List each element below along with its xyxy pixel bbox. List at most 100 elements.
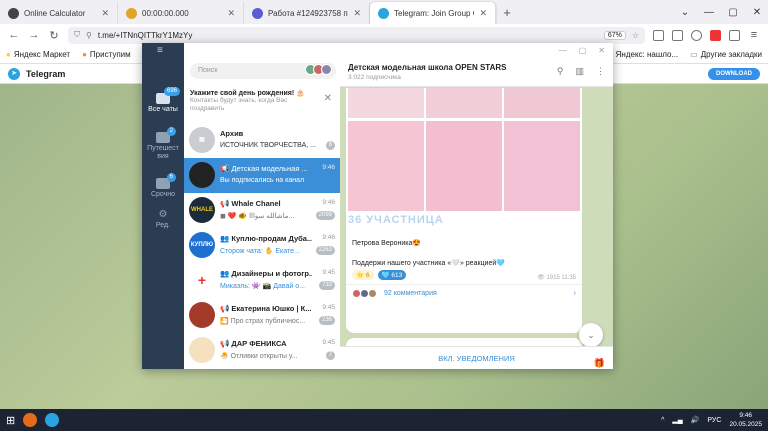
bookmark-star-icon[interactable]: ☆ [632, 31, 639, 40]
close-tab-icon[interactable]: ✕ [353, 8, 361, 19]
avatar: КУПЛЮ [189, 232, 215, 258]
other-bookmarks[interactable]: ▭ Другие закладки [690, 50, 762, 59]
post-line: Петрова Вероника😍 [352, 240, 422, 247]
bookmark-yandex-found[interactable]: Яндекс: нашло... [616, 50, 679, 59]
chat-time: 9:45 [322, 304, 335, 311]
back-icon[interactable]: ← [8, 29, 20, 41]
heart-reaction[interactable]: 🩵 613 [377, 270, 407, 280]
minimize-icon[interactable]: — [698, 7, 720, 18]
address-bar[interactable]: ⛉ ⚲ t.me/+ITNnQITTkrY1MzYy 67% ☆ [68, 26, 645, 44]
chat-designers[interactable]: + 👥 Дизайнеры и фотогр... 9:45 Микаэль: … [184, 263, 340, 298]
close-window-icon[interactable]: ✕ [746, 7, 768, 18]
maximize-icon[interactable]: ▢ [722, 7, 744, 18]
commenter-avatar [368, 289, 377, 298]
firefox-icon[interactable] [23, 413, 38, 427]
folder-travel[interactable]: Путешест вия 2 [142, 127, 184, 161]
chat-name: 📢 Екатерина Юшко | К... [220, 304, 312, 313]
download-icon[interactable] [672, 29, 683, 41]
puzzle-icon[interactable] [729, 29, 740, 41]
reload-icon[interactable]: ↻ [48, 29, 60, 42]
account-icon[interactable] [691, 29, 702, 41]
post-text: Петрова Вероника😍 Поддержи нашего участн… [352, 237, 505, 270]
unread-badge: 8 [325, 141, 335, 150]
volume-icon[interactable]: 🔊 [691, 416, 700, 424]
chat-preview: 🎦 Про страх публичнос... [220, 318, 306, 325]
hamburger-menu-icon[interactable]: ≡ [157, 45, 163, 56]
sliders-icon: ⚙ [158, 209, 168, 220]
language-indicator[interactable]: РУС [707, 417, 721, 424]
clock-time: 9:46 [739, 412, 753, 419]
close-tab-icon[interactable]: ✕ [101, 8, 109, 19]
tray-expand-icon[interactable]: ^ [661, 417, 664, 424]
chat-name: 👥 Куплю-продам Дуба... [220, 234, 312, 243]
post-photo[interactable] [426, 88, 502, 118]
sidebar-toggle-icon[interactable]: ▥ [575, 66, 584, 77]
telegram-taskbar-icon[interactable] [45, 413, 60, 427]
download-button[interactable]: DOWNLOAD [708, 67, 760, 80]
post-photo[interactable] [504, 88, 580, 118]
gift-icon[interactable]: 🎁 [594, 352, 605, 375]
telegram-title: Telegram [26, 68, 66, 79]
close-tab-icon[interactable]: ✕ [479, 8, 487, 19]
chat-open-stars[interactable]: 📢 Детская модельная ... 9:46 Вы подписал… [184, 158, 340, 193]
page-info-icon[interactable]: ⚲ [86, 31, 92, 40]
comments-button[interactable]: 92 комментария › [346, 284, 582, 302]
bookmark-pristupim[interactable]: ● Приступим [82, 50, 131, 59]
chat-name: 👥 Дизайнеры и фотогр... [220, 269, 312, 278]
pocket-icon[interactable] [653, 29, 664, 41]
shield-icon: ⛉ [74, 30, 80, 39]
bookmark-yandex-market[interactable]: ● Яндекс Маркет [6, 50, 70, 59]
channel-view: Детская модельная школа OPEN STARS 3 022… [340, 57, 613, 369]
close-tab-icon[interactable]: ✕ [227, 8, 235, 19]
channel-header[interactable]: Детская модельная школа OPEN STARS 3 022… [340, 57, 613, 87]
menu-icon[interactable]: ≡ [748, 29, 760, 41]
extension-icon[interactable] [710, 29, 721, 41]
chat-name: 📢 Whale Chanel [220, 199, 281, 208]
app-minimize-icon[interactable]: — [559, 46, 567, 55]
app-maximize-icon[interactable]: ▢ [579, 46, 587, 55]
windows-start-icon[interactable]: ⊞ [6, 414, 15, 427]
tab-telegram[interactable]: Telegram: Join Group Chat ✕ [370, 2, 496, 24]
rail-top: ≡ [142, 43, 184, 57]
scroll-down-button[interactable]: ⌄ [579, 323, 603, 347]
search-icon[interactable]: ⚲ [557, 66, 564, 77]
more-icon[interactable]: ⋮ [596, 66, 605, 77]
post-photo[interactable] [348, 88, 424, 118]
network-icon[interactable]: ▂▄ [672, 416, 682, 424]
unread-badge: 733 [318, 281, 335, 290]
chat-buy-sell[interactable]: КУПЛЮ 👥 Куплю-продам Дуба... 9:46 Сторож… [184, 228, 340, 263]
clock[interactable]: 9:46 20.05.2025 [729, 411, 762, 429]
folder-label: Ред. [155, 222, 171, 229]
yandex-market-icon: ● [6, 50, 11, 59]
chat-ekaterina[interactable]: 📢 Екатерина Юшко | К... 9:45 🎦 Про страх… [184, 298, 340, 333]
post-photo[interactable] [504, 121, 580, 211]
folder-label: Путешест вия [147, 145, 179, 160]
participant-banner: 36 УЧАСТНИЦА [348, 214, 444, 226]
stories-avatars[interactable] [305, 64, 332, 75]
chat-whale[interactable]: WHALE 📢 Whale Chanel 9:46 ◼ ❤️ 🐠 ماشالله… [184, 193, 340, 228]
enable-notifications-button[interactable]: ВКЛ. УВЕДОМЛЕНИЯ 🎁 [340, 346, 613, 369]
new-tab-button[interactable]: + [496, 2, 518, 24]
post-photo[interactable] [348, 121, 424, 211]
tab-stopwatch[interactable]: 00:00:00.000 ✕ [118, 2, 244, 24]
post-photo[interactable] [426, 121, 502, 211]
folder-label: Все чаты [148, 106, 178, 113]
tab-online-calculator[interactable]: Online Calculator ✕ [0, 2, 118, 24]
zoom-level[interactable]: 67% [603, 30, 626, 40]
forward-icon[interactable]: → [28, 29, 40, 41]
url-text[interactable]: t.me/+ITNnQITTkrY1MzYy [98, 31, 192, 40]
folder-all-chats[interactable]: Все чаты 696 [142, 87, 184, 113]
tab-order-work[interactable]: Работа #124923758 по заказу ✕ [244, 2, 370, 24]
app-close-icon[interactable]: ✕ [598, 46, 605, 55]
chat-dar-feniksa[interactable]: 📢 ДАР ФЕНИКСА 9:45 🐣 Отливки открыты у..… [184, 333, 340, 368]
star-reaction[interactable]: ⭐ 6 [352, 270, 374, 280]
chat-archive[interactable]: ▤ Архив ИСТОЧНИК ТВОРЧЕСТВА, ... 8 [184, 123, 340, 158]
tab-list-icon[interactable]: ⌄ [674, 7, 696, 18]
chat-preview: Микаэль: 👾 📸 Давай о... [220, 283, 305, 290]
chat-time: 9:46 [322, 234, 335, 241]
close-icon[interactable]: ✕ [324, 93, 332, 104]
folder-edit[interactable]: ⚙ Ред. [142, 209, 184, 229]
clock-date: 20.05.2025 [729, 421, 762, 428]
birthday-prompt[interactable]: Укажите свой день рождения! 🎂 Контакты б… [184, 85, 340, 115]
folder-urgent[interactable]: Срочно 6 [142, 173, 184, 198]
